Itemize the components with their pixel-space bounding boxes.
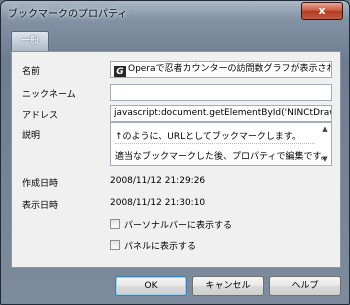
name-field[interactable]: G Operaで忍者カウンターの訪問数グラフが表示されない — [110, 61, 332, 78]
address-field[interactable]: javascript:document.getElementById('NINC… — [110, 105, 332, 122]
close-button[interactable]: x — [301, 2, 343, 20]
description-line-1: ↑のように、URLとしてブックマークします。 — [115, 132, 301, 142]
scroll-up-arrow-icon[interactable]: ▲ — [320, 125, 330, 133]
help-button[interactable]: ヘルプ — [269, 276, 341, 296]
window-title: ブックマークのプロパティ — [8, 9, 128, 20]
name-value: Operaで忍者カウンターの訪問数グラフが表示されない — [128, 64, 332, 74]
panel-label[interactable]: パネルに表示する — [124, 239, 196, 252]
address-value: javascript:document.getElementById('NINC… — [114, 108, 331, 118]
scroll-down-arrow-icon[interactable]: ▼ — [320, 155, 330, 163]
tab-general[interactable]: 一般 — [11, 31, 49, 51]
created-label: 作成日時 — [22, 179, 59, 189]
name-label: 名前 — [22, 67, 41, 77]
ok-button[interactable]: OK — [115, 276, 187, 296]
description-label: 説明 — [22, 131, 41, 141]
nickname-field[interactable] — [110, 84, 332, 101]
panel-checkbox[interactable] — [110, 240, 120, 250]
address-label: アドレス — [22, 111, 59, 121]
cancel-button[interactable]: キャンセル — [192, 276, 264, 296]
shown-label: 表示日時 — [22, 201, 59, 211]
bookmark-favicon-icon: G — [114, 66, 126, 77]
title-bar: ブックマークのプロパティ x — [1, 1, 349, 23]
personal-bar-checkbox[interactable] — [110, 219, 120, 229]
general-panel: 名前 G Operaで忍者カウンターの訪問数グラフが表示されない ニックネーム ア… — [11, 51, 341, 268]
personal-bar-label[interactable]: パーソナルバーに表示する — [124, 218, 232, 231]
shown-value: 2008/11/12 21:30:10 — [110, 198, 206, 208]
description-line-2: 適当なブックマークした後、プロパティで編集です。 — [115, 152, 330, 162]
description-divider — [115, 143, 315, 144]
nickname-label: ニックネーム — [22, 90, 76, 100]
description-textarea[interactable]: ↑のように、URLとしてブックマークします。 適当なブックマークした後、プロパテ… — [110, 122, 332, 166]
created-value: 2008/11/12 21:29:26 — [110, 176, 206, 186]
bookmark-properties-dialog: ブックマークのプロパティ x 一般 名前 G Operaで忍者カウンターの訪問数グ… — [0, 0, 350, 305]
